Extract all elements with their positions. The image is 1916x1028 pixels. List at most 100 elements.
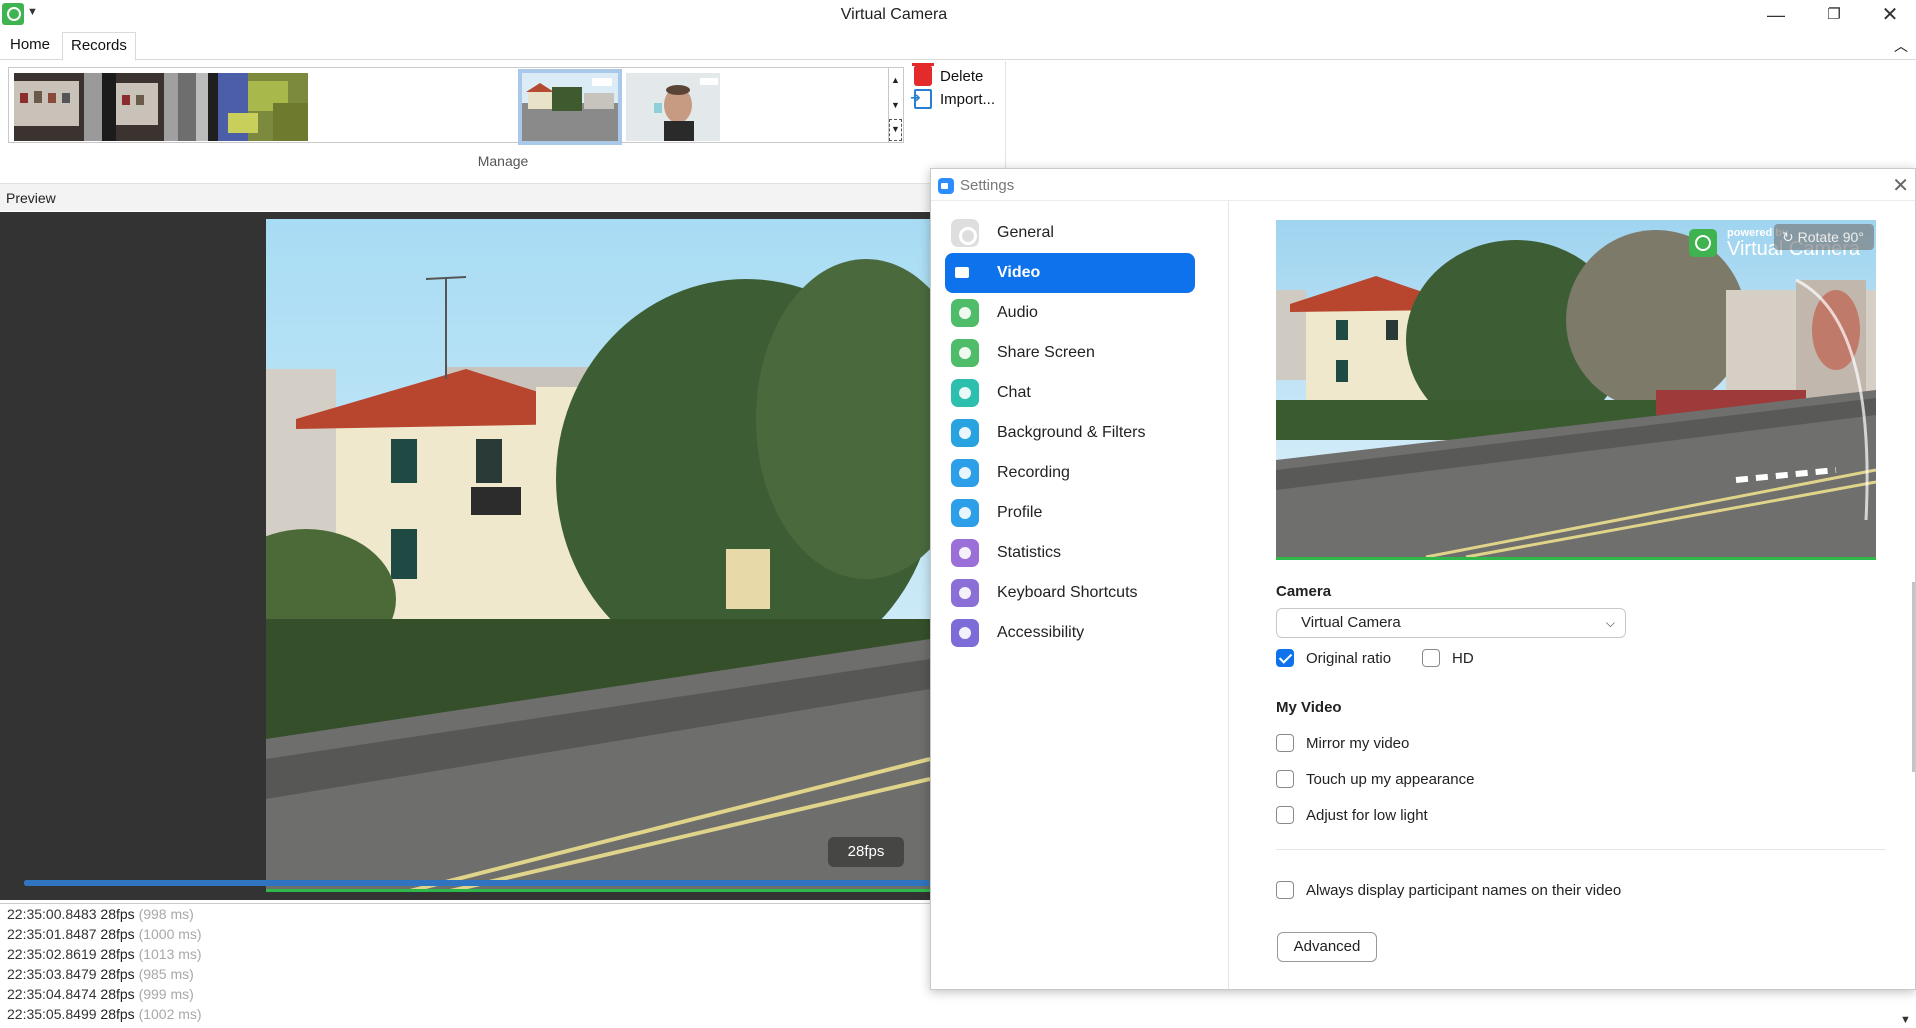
gallery-scroll-up-icon[interactable]: ▲	[888, 68, 903, 93]
low-light-checkbox[interactable]	[1276, 806, 1294, 824]
log-fps: 28fps	[100, 986, 135, 1002]
scroll-down-icon[interactable]: ▼	[1900, 1014, 1911, 1026]
profile-icon	[951, 499, 979, 527]
delete-button[interactable]: Delete	[912, 63, 984, 88]
log-interval: (985 ms)	[138, 966, 194, 982]
log-line: 22:35:04.8474 28fps (999 ms)	[0, 984, 930, 1004]
nav-item-keyboard-shortcuts[interactable]: Keyboard Shortcuts	[945, 573, 1195, 613]
rotate-button[interactable]: ↻ Rotate 90°	[1774, 224, 1874, 250]
title-bar: ▼ Virtual Camera — ❐ ✕	[0, 0, 1916, 32]
log-time: 22:35:02.8619	[7, 946, 97, 962]
low-light-option[interactable]: Adjust for low light	[1276, 804, 1428, 826]
nav-item-share-screen[interactable]: Share Screen	[945, 333, 1195, 373]
settings-divider	[1276, 849, 1886, 850]
camera-preview-status-line	[1276, 557, 1876, 560]
virtual-camera-logo-icon	[1689, 229, 1717, 257]
nav-item-label: Share Screen	[997, 344, 1095, 361]
camera-label: Camera	[1276, 583, 1332, 600]
nav-item-accessibility[interactable]: Accessibility	[945, 613, 1195, 653]
nav-item-label: Audio	[997, 304, 1038, 321]
nav-item-recording[interactable]: Recording	[945, 453, 1195, 493]
delete-label: Delete	[940, 67, 984, 85]
virtual-camera-app: ▼ Virtual Camera — ❐ ✕ Home Records ︿ ▲ …	[0, 0, 1916, 1028]
touch-up-checkbox[interactable]	[1276, 770, 1294, 788]
participant-names-checkbox[interactable]	[1276, 881, 1294, 899]
low-light-label: Adjust for low light	[1306, 806, 1428, 824]
log-line: 22:35:03.8479 28fps (985 ms)	[0, 964, 930, 984]
nav-item-label: Accessibility	[997, 624, 1085, 641]
nav-item-general[interactable]: General	[945, 213, 1195, 253]
gallery-expand-icon[interactable]: ▼	[889, 119, 902, 141]
playback-progress-fill	[24, 880, 930, 886]
keyboard-icon	[951, 579, 979, 607]
gallery-scroll-down-icon[interactable]: ▼	[888, 93, 903, 118]
ribbon-collapse-icon[interactable]: ︿	[1894, 36, 1908, 56]
nav-item-video[interactable]: Video	[945, 253, 1195, 293]
log-time: 22:35:04.8474	[7, 986, 97, 1002]
hd-option[interactable]: HD	[1422, 647, 1474, 669]
close-icon[interactable]: ✕	[1862, 0, 1916, 30]
records-gallery	[8, 67, 889, 145]
record-thumbnail[interactable]	[218, 73, 328, 141]
rotate-icon: ↻	[1782, 229, 1794, 245]
record-thumbnail[interactable]	[116, 73, 226, 141]
nav-item-audio[interactable]: Audio	[945, 293, 1195, 333]
ribbon-panel: ▲ ▼ ▼ Delete Import... Manage	[0, 61, 1006, 177]
restore-icon[interactable]: ❐	[1806, 0, 1862, 30]
settings-title: Settings	[960, 177, 1015, 194]
nav-item-statistics[interactable]: Statistics	[945, 533, 1195, 573]
ribbon-group-label: Manage	[477, 153, 529, 169]
advanced-button[interactable]: Advanced	[1277, 932, 1377, 962]
log-interval: (999 ms)	[138, 986, 194, 1002]
chevron-down-icon: ⌵	[1605, 616, 1615, 630]
log-time: 22:35:03.8479	[7, 966, 97, 982]
bar-chart-icon	[951, 539, 979, 567]
gallery-scrollbar[interactable]: ▲ ▼ ▼	[888, 67, 904, 143]
tab-records[interactable]: Records	[62, 32, 136, 61]
trash-icon	[912, 63, 934, 86]
chat-bubble-icon	[951, 379, 979, 407]
settings-scrollbar[interactable]	[1912, 582, 1915, 772]
touch-up-option[interactable]: Touch up my appearance	[1276, 768, 1474, 790]
original-ratio-option[interactable]: Original ratio	[1276, 647, 1391, 669]
fps-log: 22:35:00.8483 28fps (998 ms) 22:35:01.848…	[0, 903, 930, 1028]
playback-progress[interactable]	[24, 880, 930, 886]
participant-names-option[interactable]: Always display participant names on thei…	[1276, 879, 1621, 901]
zoom-camera-icon	[938, 178, 954, 194]
window-title: Virtual Camera	[840, 6, 948, 23]
nav-item-label: General	[997, 224, 1054, 241]
original-ratio-checkbox[interactable]	[1276, 649, 1294, 667]
log-line: 22:35:01.8487 28fps (1000 ms)	[0, 924, 930, 944]
nav-item-label: Profile	[997, 504, 1043, 521]
camera-select-value: Virtual Camera	[1301, 614, 1401, 631]
rotate-label: Rotate 90°	[1797, 229, 1864, 245]
nav-item-label: Video	[997, 264, 1041, 281]
nav-item-background-filters[interactable]: Background & Filters	[945, 413, 1195, 453]
nav-item-label: Chat	[997, 384, 1031, 401]
record-icon	[951, 459, 979, 487]
record-thumbnail[interactable]	[626, 73, 720, 141]
log-fps: 28fps	[100, 926, 135, 942]
nav-item-chat[interactable]: Chat	[945, 373, 1195, 413]
minimize-icon[interactable]: —	[1748, 0, 1804, 30]
record-thumbnail-selected[interactable]	[518, 69, 622, 145]
hd-checkbox[interactable]	[1422, 649, 1440, 667]
log-line: 22:35:00.8483 28fps (998 ms)	[0, 904, 930, 924]
log-interval: (1013 ms)	[138, 946, 202, 962]
tab-home[interactable]: Home	[2, 32, 58, 60]
ribbon-tabs: Home Records	[0, 32, 1916, 61]
mirror-video-option[interactable]: Mirror my video	[1276, 732, 1409, 754]
accessibility-icon	[951, 619, 979, 647]
camera-select[interactable]: Virtual Camera ⌵	[1276, 608, 1626, 638]
log-fps: 28fps	[100, 966, 135, 982]
import-label: Import...	[940, 90, 996, 108]
settings-close-icon[interactable]: ✕	[1892, 173, 1909, 198]
share-screen-icon	[951, 339, 979, 367]
record-thumbnail[interactable]	[14, 73, 124, 141]
log-fps: 28fps	[100, 906, 135, 922]
nav-item-label: Keyboard Shortcuts	[997, 584, 1138, 601]
nav-item-profile[interactable]: Profile	[945, 493, 1195, 533]
mirror-video-checkbox[interactable]	[1276, 734, 1294, 752]
fps-badge: 28fps	[828, 837, 904, 867]
import-button[interactable]: Import...	[910, 87, 996, 111]
